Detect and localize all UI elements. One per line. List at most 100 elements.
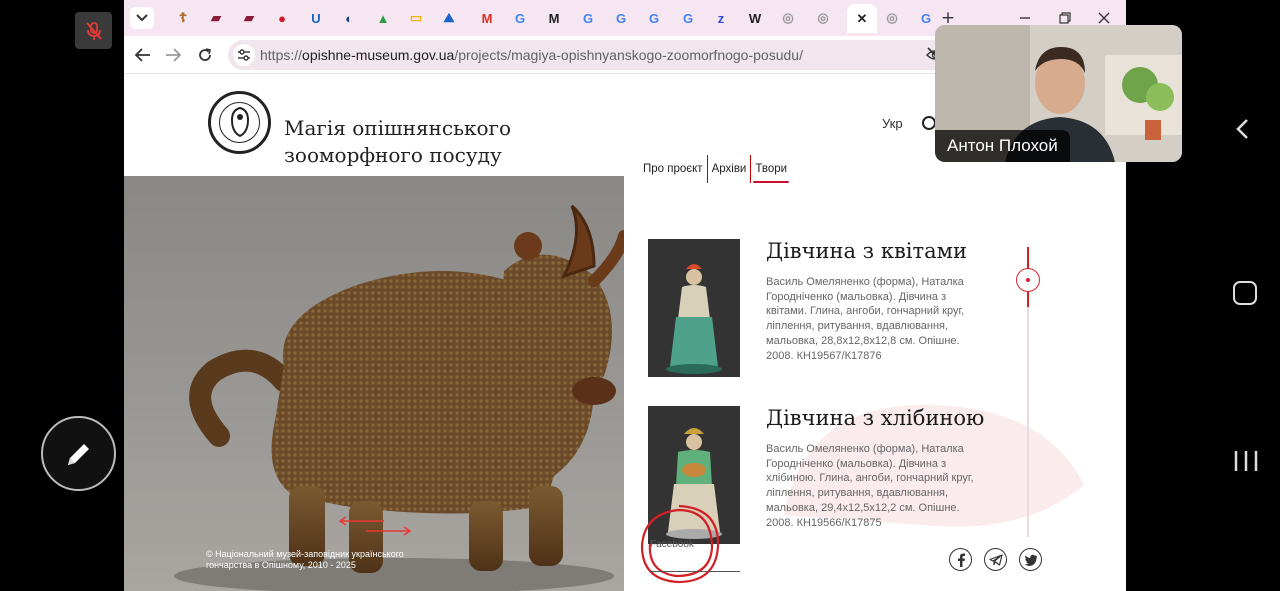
browser-tab[interactable]: ☦	[172, 7, 194, 29]
ukraine-icon: ⛰	[443, 10, 455, 25]
browser-tab[interactable]: ▰	[238, 7, 260, 29]
nav-about[interactable]: Про проєкт	[639, 155, 707, 183]
home-icon[interactable]	[1233, 281, 1257, 305]
browser-tab[interactable]: ●	[271, 7, 293, 29]
item-card[interactable]: Дівчина з квітами Василь Омеляненко (фор…	[648, 239, 1008, 379]
site-settings-button[interactable]	[233, 44, 255, 66]
gmail-icon: M	[481, 10, 493, 26]
restore-icon	[1059, 12, 1071, 24]
logo-figure-icon	[230, 106, 250, 138]
search-icon[interactable]	[922, 116, 936, 130]
main-nav: Про проєкт Архіви Твори	[639, 155, 791, 183]
book-icon: ▰	[211, 10, 221, 25]
minimize-icon	[1020, 17, 1030, 19]
slides-icon: ▭	[409, 10, 423, 25]
item-title[interactable]: Дівчина з хлібиною	[766, 406, 984, 430]
twitter-share-button[interactable]	[1019, 548, 1042, 571]
browser-tab[interactable]: z	[710, 7, 732, 29]
facebook-icon	[957, 553, 965, 567]
url-path: /projects/magiya-opishnyanskogo-zoomorfn…	[454, 47, 803, 63]
twitter-icon	[1024, 554, 1037, 566]
browser-tab[interactable]: ▲	[372, 7, 394, 29]
site-title-line2: зооморфного посуду	[284, 143, 502, 167]
nav-archives[interactable]: Архіви	[708, 155, 751, 183]
facebook-share-button[interactable]	[949, 548, 972, 571]
back-icon[interactable]	[1233, 118, 1253, 140]
mic-off-icon	[85, 21, 102, 40]
browser-tab[interactable]: M	[543, 7, 565, 29]
browser-tab[interactable]: ◐	[338, 7, 360, 29]
slider-arrows-icon[interactable]	[338, 516, 412, 536]
active-tab-close-button[interactable]: ✕	[847, 4, 877, 33]
browser-tab[interactable]: ◎	[777, 7, 799, 29]
item-title[interactable]: Дівчина з квітами	[766, 239, 967, 263]
figurine-image	[648, 239, 740, 377]
mic-muted-button[interactable]	[75, 12, 112, 49]
museum-logo[interactable]	[208, 91, 271, 154]
museum-icon: ◎	[886, 10, 898, 25]
back-button[interactable]	[132, 44, 154, 66]
browser-tab[interactable]: ▰	[205, 7, 227, 29]
u-icon: U	[311, 10, 321, 26]
browser-tab[interactable]: G	[610, 7, 632, 29]
contrast-icon: ◐	[345, 10, 353, 26]
item-thumbnail[interactable]	[648, 239, 740, 377]
browser-tab[interactable]: G	[643, 7, 665, 29]
google-icon: G	[514, 10, 526, 26]
browser-tab[interactable]: U	[305, 7, 327, 29]
language-switch[interactable]: Укр	[882, 116, 903, 131]
chevron-down-icon	[136, 14, 148, 22]
url-scheme: https://	[260, 47, 303, 63]
browser-tab[interactable]: ◎	[812, 7, 834, 29]
reload-icon	[199, 48, 211, 61]
browser-tab[interactable]: ◎	[881, 7, 903, 29]
browser-tab[interactable]: G	[677, 7, 699, 29]
facebook-link[interactable]: Facebook	[650, 539, 694, 550]
japan-flag-icon: ●	[278, 10, 286, 26]
browser-tab[interactable]: ▭	[405, 7, 427, 29]
browser-tab[interactable]: G	[915, 7, 937, 29]
museum-icon: ◎	[817, 10, 829, 25]
hero-copyright-line2: гончарства в Опішному, 2010 - 2025	[206, 560, 356, 570]
screen: ☦ ▰ ▰ ● U ◐ ▲ ▭ ⛰ M G M G G G Gz W ◎ ◎ ✕ ◎ G +	[0, 0, 1280, 591]
m-icon: M	[548, 10, 560, 26]
browser-tab[interactable]: G	[509, 7, 531, 29]
arrow-left-icon	[135, 48, 150, 62]
browser-tab[interactable]: G	[577, 7, 599, 29]
recent-apps-icon[interactable]	[1233, 449, 1259, 473]
zoom-icon: z	[717, 10, 725, 26]
close-icon: ✕	[856, 10, 868, 26]
scroll-handle[interactable]	[1016, 268, 1040, 292]
scroll-handle-dot	[1026, 278, 1030, 282]
google-icon: G	[648, 10, 660, 26]
browser-tab[interactable]: ⛰	[438, 7, 460, 29]
participant-name: Антон Плохой	[935, 130, 1070, 162]
museum-icon: ◎	[782, 10, 794, 25]
annotate-pen-button[interactable]	[41, 416, 116, 491]
forward-button[interactable]	[162, 44, 184, 66]
cross-icon: ☦	[178, 10, 188, 25]
item-description: Василь Омеляненко (форма), Наталка Город…	[766, 276, 965, 362]
telegram-icon	[988, 553, 1003, 566]
hero-copyright: © Національний музей-заповідник українсь…	[206, 549, 446, 571]
hero-image: © Національний музей-заповідник українсь…	[124, 176, 624, 591]
item-description: Василь Омеляненко (форма), Наталка Город…	[766, 443, 974, 529]
reload-button[interactable]	[194, 44, 216, 66]
browser-tab[interactable]: W	[744, 7, 766, 29]
url-text: https://opishne-museum.gov.ua/projects/m…	[260, 47, 803, 63]
browser-tab[interactable]: M	[476, 7, 498, 29]
tab-search-button[interactable]	[130, 7, 154, 29]
tune-icon	[238, 49, 250, 61]
google-icon: G	[615, 10, 627, 26]
address-bar[interactable]: https://opishne-museum.gov.ua/projects/m…	[228, 40, 954, 70]
android-nav-bar	[1205, 0, 1280, 591]
google-icon: G	[920, 10, 932, 26]
nav-works[interactable]: Твори	[751, 155, 791, 183]
telegram-share-button[interactable]	[984, 548, 1007, 571]
site-title[interactable]: Магія опішнянського зооморфного посуду	[284, 115, 544, 169]
participant-video-tile[interactable]: Антон Плохой	[935, 25, 1182, 162]
google-icon: G	[582, 10, 594, 26]
url-host: opishne-museum.gov.ua	[302, 47, 455, 63]
google-icon: G	[682, 10, 694, 26]
close-icon	[1098, 12, 1110, 24]
